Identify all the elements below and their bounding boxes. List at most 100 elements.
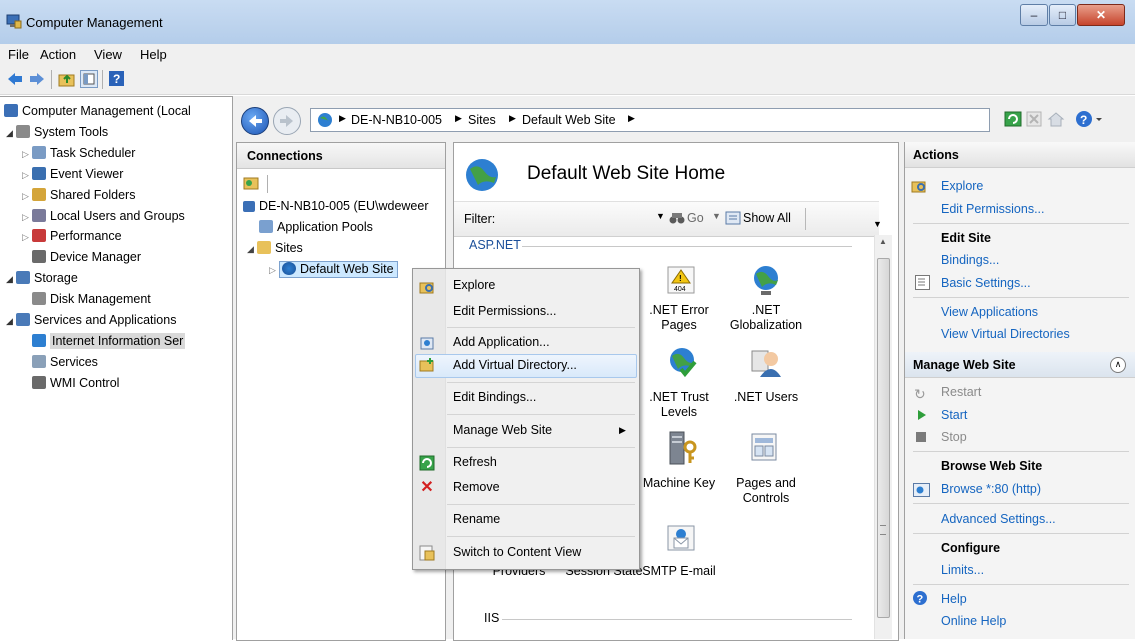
action-bindings[interactable]: Bindings... bbox=[941, 253, 999, 267]
menu-explore[interactable]: Explore bbox=[453, 278, 495, 292]
smtp-email-icon[interactable] bbox=[666, 522, 698, 557]
tree-item-task-scheduler[interactable]: ▷ Task Scheduler bbox=[22, 143, 135, 163]
machine-key-icon[interactable] bbox=[668, 431, 698, 468]
net-users-icon[interactable] bbox=[750, 347, 782, 382]
action-basic-settings[interactable]: Basic Settings... bbox=[941, 276, 1031, 290]
menu-add-application[interactable]: Add Application... bbox=[453, 335, 550, 349]
tree-item-services[interactable]: Services bbox=[22, 352, 98, 372]
action-view-virtual-directories[interactable]: View Virtual Directories bbox=[941, 327, 1070, 341]
connection-default-web-site[interactable]: ▷ Default Web Site bbox=[269, 261, 398, 278]
back-arrow-icon[interactable] bbox=[6, 71, 24, 90]
features-scrollbar[interactable]: ▲ bbox=[874, 235, 892, 639]
expanded-triangle-icon[interactable]: ◢ bbox=[6, 269, 16, 289]
menu-help[interactable]: Help bbox=[140, 47, 167, 62]
net-trust-levels-icon[interactable] bbox=[667, 347, 699, 382]
menu-view[interactable]: View bbox=[94, 47, 122, 62]
connection-sites[interactable]: ◢ Sites bbox=[247, 241, 303, 255]
computer-management-icon bbox=[6, 14, 22, 29]
action-view-applications[interactable]: View Applications bbox=[941, 305, 1038, 319]
tree-item-computer-management-root[interactable]: Computer Management (Local bbox=[4, 101, 191, 121]
net-globalization-icon[interactable] bbox=[750, 263, 782, 300]
connection-application-pools[interactable]: Application Pools bbox=[259, 220, 373, 234]
filter-dropdown-icon[interactable]: ▼ bbox=[656, 211, 665, 221]
tree-item-wmi-control[interactable]: WMI Control bbox=[22, 373, 119, 393]
forward-arrow-icon[interactable] bbox=[28, 71, 46, 90]
net-error-pages-icon[interactable]: ! 404 bbox=[666, 265, 696, 298]
show-hide-tree-icon[interactable] bbox=[80, 70, 98, 88]
action-stop[interactable]: Stop bbox=[941, 430, 967, 444]
tree-item-shared-folders[interactable]: ▷ Shared Folders bbox=[22, 185, 135, 205]
menu-edit-bindings[interactable]: Edit Bindings... bbox=[453, 390, 536, 404]
close-button[interactable]: ✕ bbox=[1077, 4, 1125, 26]
tree-item-performance[interactable]: ▷ Performance bbox=[22, 226, 122, 246]
menu-rename[interactable]: Rename bbox=[453, 512, 500, 526]
connect-icon[interactable] bbox=[243, 175, 259, 194]
tree-item-system-tools[interactable]: ◢ System Tools bbox=[6, 122, 108, 142]
expanded-triangle-icon[interactable]: ◢ bbox=[6, 123, 16, 143]
tree-item-services-and-applications[interactable]: ◢ Services and Applications bbox=[6, 310, 176, 330]
breadcrumb-default-web-site[interactable]: Default Web Site bbox=[522, 113, 616, 127]
action-limits[interactable]: Limits... bbox=[941, 563, 984, 577]
manage-web-site-header[interactable]: Manage Web Site bbox=[905, 352, 1135, 378]
action-advanced-settings[interactable]: Advanced Settings... bbox=[941, 512, 1056, 526]
tree-item-storage[interactable]: ◢ Storage bbox=[6, 268, 78, 288]
tree-item-local-users-and-groups[interactable]: ▷ Local Users and Groups bbox=[22, 206, 185, 226]
connection-server[interactable]: DE-N-NB10-005 (EU\wdeweer bbox=[243, 199, 429, 213]
minimize-button[interactable]: – bbox=[1020, 4, 1048, 26]
filter-input[interactable] bbox=[502, 208, 652, 228]
action-restart[interactable]: Restart bbox=[941, 385, 981, 399]
tree-item-label: Performance bbox=[50, 229, 122, 244]
collapsed-triangle-icon[interactable]: ▷ bbox=[22, 144, 32, 164]
tree-item-event-viewer[interactable]: ▷ Event Viewer bbox=[22, 164, 123, 184]
menu-refresh[interactable]: Refresh bbox=[453, 455, 497, 469]
menu-edit-permissions[interactable]: Edit Permissions... bbox=[453, 304, 557, 318]
go-button[interactable]: Go bbox=[687, 211, 704, 225]
menu-add-virtual-directory[interactable]: Add Virtual Directory... bbox=[453, 358, 577, 372]
collapsed-triangle-icon[interactable]: ▷ bbox=[22, 165, 32, 185]
net-error-pages-label[interactable]: .NET Error Pages bbox=[634, 303, 724, 333]
action-edit-permissions[interactable]: Edit Permissions... bbox=[941, 202, 1045, 216]
maximize-button[interactable]: □ bbox=[1049, 4, 1076, 26]
collapsed-triangle-icon[interactable]: ▷ bbox=[22, 207, 32, 227]
tree-item-internet-information-services[interactable]: Internet Information Ser bbox=[22, 331, 186, 351]
help-icon[interactable]: ? bbox=[108, 70, 126, 91]
collapsed-triangle-icon[interactable]: ▷ bbox=[22, 186, 32, 206]
breadcrumb-server[interactable]: DE-N-NB10-005 bbox=[351, 113, 442, 127]
tree-item-device-manager[interactable]: Device Manager bbox=[22, 247, 141, 267]
help-dropdown-icon[interactable]: ? bbox=[1075, 110, 1103, 131]
app-pool-icon bbox=[259, 220, 273, 233]
smtp-email-label[interactable]: SMTP E-mail bbox=[634, 564, 724, 579]
up-folder-icon[interactable] bbox=[58, 71, 76, 90]
action-browse-80[interactable]: Browse *:80 (http) bbox=[941, 482, 1041, 496]
show-all-button[interactable]: Show All bbox=[743, 211, 791, 225]
action-explore[interactable]: Explore bbox=[941, 179, 983, 193]
menu-manage-web-site[interactable]: Manage Web Site bbox=[453, 423, 552, 437]
menu-file[interactable]: File bbox=[8, 47, 29, 62]
net-globalization-label[interactable]: .NET Globalization bbox=[720, 303, 812, 333]
address-breadcrumb[interactable]: ▶ DE-N-NB10-005 ▶ Sites ▶ Default Web Si… bbox=[310, 108, 990, 132]
basic-settings-icon bbox=[915, 275, 930, 290]
expanded-triangle-icon[interactable]: ◢ bbox=[6, 311, 16, 331]
filter-bar-scroll-arrow[interactable]: ▼ bbox=[873, 219, 882, 229]
net-users-label[interactable]: .NET Users bbox=[720, 390, 812, 405]
action-start[interactable]: Start bbox=[941, 408, 967, 422]
pages-and-controls-label[interactable]: Pages and Controls bbox=[720, 476, 812, 506]
menu-switch-to-content-view[interactable]: Switch to Content View bbox=[453, 545, 581, 559]
stop-icon[interactable] bbox=[1026, 111, 1042, 130]
refresh-icon[interactable] bbox=[1004, 111, 1022, 130]
tree-item-disk-management[interactable]: Disk Management bbox=[22, 289, 151, 309]
forward-button[interactable] bbox=[273, 107, 301, 135]
breadcrumb-sites[interactable]: Sites bbox=[468, 113, 496, 127]
collapse-chevron-icon[interactable]: ∧ bbox=[1110, 357, 1126, 373]
menu-action[interactable]: Action bbox=[40, 47, 76, 62]
net-trust-levels-label[interactable]: .NET Trust Levels bbox=[634, 390, 724, 420]
action-online-help[interactable]: Online Help bbox=[941, 614, 1006, 628]
collapsed-triangle-icon[interactable]: ▷ bbox=[22, 227, 32, 247]
menu-remove[interactable]: Remove bbox=[453, 480, 500, 494]
action-help[interactable]: Help bbox=[941, 592, 967, 606]
pages-and-controls-icon[interactable] bbox=[750, 432, 782, 467]
back-button[interactable] bbox=[241, 107, 269, 135]
machine-key-label[interactable]: Machine Key bbox=[634, 476, 724, 491]
scrollbar-thumb[interactable] bbox=[877, 258, 890, 618]
home-icon[interactable] bbox=[1047, 111, 1065, 130]
